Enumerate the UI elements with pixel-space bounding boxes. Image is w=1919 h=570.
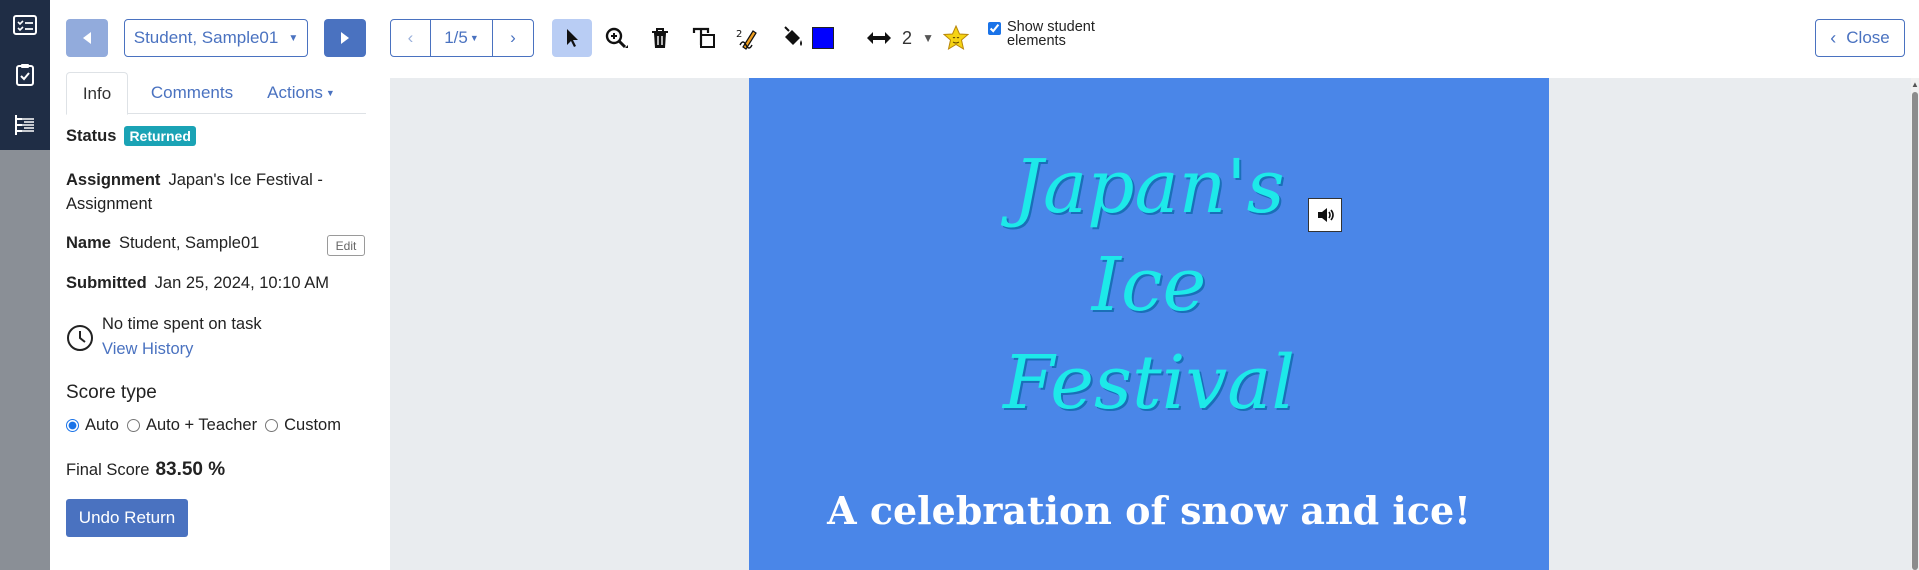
zoom-in-icon [605, 27, 628, 49]
student-select[interactable]: Student, Sample01 ▼ [124, 19, 308, 57]
next-student-button[interactable] [324, 19, 366, 57]
select-tool-button[interactable] [552, 19, 592, 57]
score-type-auto-teacher-label: Auto + Teacher [145, 416, 258, 434]
edit-name-button[interactable]: Edit [327, 235, 365, 256]
score-type-auto[interactable]: Auto [66, 416, 119, 435]
rail-clipboard-button[interactable] [0, 50, 50, 100]
final-score-label: Final Score [66, 461, 150, 479]
chevron-left-icon: ‹ [1830, 27, 1837, 48]
student-select-value: Student, Sample01 [133, 28, 279, 47]
slide-title: Japan's Ice Festival [749, 138, 1549, 432]
caret-down-icon[interactable]: ▼ [922, 31, 934, 45]
chevron-left-icon: ‹ [407, 28, 414, 47]
scroll-up-icon[interactable]: ▲ [1911, 80, 1919, 89]
score-type-auto-teacher-radio[interactable] [126, 419, 140, 432]
document-canvas: Japan's Ice Festival A celebration of sn… [390, 78, 1911, 570]
math-pen-tool-button[interactable]: 2 [728, 19, 768, 57]
status-label: Status [66, 127, 117, 145]
assignment-row: Assignment Japan's Ice Festival - Assignm… [66, 168, 366, 216]
cursor-arrow-icon [567, 29, 578, 47]
rail-checklist-button[interactable] [0, 0, 50, 50]
slide-title-line: Japan's [1013, 144, 1285, 230]
double-arrow-icon [867, 32, 892, 44]
final-score-row: Final Score 83.50 % [66, 459, 225, 481]
time-spent-text: No time spent on task [102, 315, 262, 333]
score-type-auto-teacher[interactable]: Auto + Teacher [126, 416, 258, 435]
score-type-auto-radio[interactable] [66, 419, 79, 432]
chevron-right-icon: › [510, 28, 516, 47]
caret-down-icon: ▼ [288, 32, 299, 44]
close-label: Close [1846, 28, 1890, 47]
show-student-elements-toggle[interactable]: Show student elements [988, 20, 1103, 48]
text-box-icon [692, 27, 715, 48]
page-select[interactable]: 1/5 ▼ [431, 20, 493, 56]
paint-bucket-icon [784, 26, 802, 46]
next-page-button[interactable]: › [493, 20, 533, 56]
vertical-scrollbar[interactable]: ▲ [1911, 78, 1919, 570]
slide-title-line: Festival [1002, 340, 1296, 426]
previous-page-button[interactable]: ‹ [391, 20, 431, 56]
clock-icon [67, 325, 93, 351]
zoom-tool-button[interactable] [596, 19, 636, 57]
submitted-row: Submitted Jan 25, 2024, 10:10 AM [66, 274, 329, 293]
score-type-radios: Auto Auto + Teacher Custom [66, 416, 349, 435]
speaker-icon [1318, 208, 1334, 222]
left-rail [0, 0, 50, 570]
submitted-label: Submitted [66, 274, 147, 292]
audio-play-button[interactable] [1308, 198, 1342, 232]
tab-info[interactable]: Info [66, 72, 128, 115]
score-type-auto-label: Auto [85, 416, 119, 434]
stroke-width-value: 2 [902, 27, 913, 48]
annotation-toolbar: Student, Sample01 ▼ ‹ 1/5 ▼ › 2 2 ▼ Show … [50, 0, 1919, 78]
page-label: 1/5 [444, 28, 468, 47]
name-label: Name [66, 234, 111, 252]
clipboard-check-icon [16, 64, 34, 86]
triangle-left-icon [83, 32, 91, 44]
fill-color-swatch [812, 27, 834, 49]
rail-outline-button[interactable] [0, 100, 50, 150]
sticker-tool-button[interactable] [936, 19, 976, 57]
slide-title-line: Ice [1091, 242, 1207, 328]
previous-student-button[interactable] [66, 19, 108, 57]
undo-return-button[interactable]: Undo Return [66, 499, 188, 537]
name-row: Name Student, Sample01 [66, 234, 259, 253]
tab-actions[interactable]: Actions ▼ [256, 72, 346, 114]
trash-icon [652, 28, 668, 48]
page-pager: ‹ 1/5 ▼ › [390, 19, 534, 57]
panel-tabs: Info Comments Actions ▼ [66, 72, 366, 115]
score-type-custom[interactable]: Custom [265, 416, 341, 435]
score-type-heading: Score type [66, 382, 157, 403]
score-type-custom-radio[interactable] [265, 419, 279, 432]
tab-comments-label: Comments [150, 83, 234, 102]
svg-text:2: 2 [736, 29, 742, 40]
tab-comments[interactable]: Comments [140, 72, 244, 114]
show-student-elements-label: Show student elements [1007, 19, 1095, 49]
final-score-value: 83.50 % [155, 459, 226, 480]
scroll-thumb[interactable] [1912, 92, 1918, 570]
submitted-value: Jan 25, 2024, 10:10 AM [154, 274, 329, 292]
score-type-custom-label: Custom [284, 416, 341, 434]
math-pen-icon: 2 [736, 29, 757, 50]
view-history-link[interactable]: View History [102, 340, 193, 359]
tab-actions-label: Actions [267, 83, 323, 102]
fill-color-tool-button[interactable] [774, 19, 840, 57]
info-panel: Info Comments Actions ▼ Status Returned As… [50, 72, 378, 570]
caret-down-icon: ▼ [325, 88, 335, 98]
name-value: Student, Sample01 [118, 234, 260, 252]
assignment-label: Assignment [66, 171, 161, 189]
slide-subtitle: A celebration of snow and ice! [827, 488, 1471, 533]
status-badge: Returned [124, 126, 196, 146]
triangle-right-icon [341, 32, 349, 44]
tab-info-label: Info [82, 83, 112, 103]
star-sticker-icon [943, 25, 969, 51]
show-student-elements-checkbox[interactable] [988, 22, 1001, 35]
outline-tree-icon [15, 115, 34, 135]
checklist-icon [13, 15, 37, 35]
slide-page: Japan's Ice Festival A celebration of sn… [749, 78, 1549, 570]
caret-down-icon: ▼ [469, 33, 479, 43]
text-box-tool-button[interactable] [684, 19, 724, 57]
close-button[interactable]: ‹ Close [1815, 19, 1905, 57]
delete-tool-button[interactable] [640, 19, 680, 57]
status-row: Status Returned [66, 126, 196, 146]
